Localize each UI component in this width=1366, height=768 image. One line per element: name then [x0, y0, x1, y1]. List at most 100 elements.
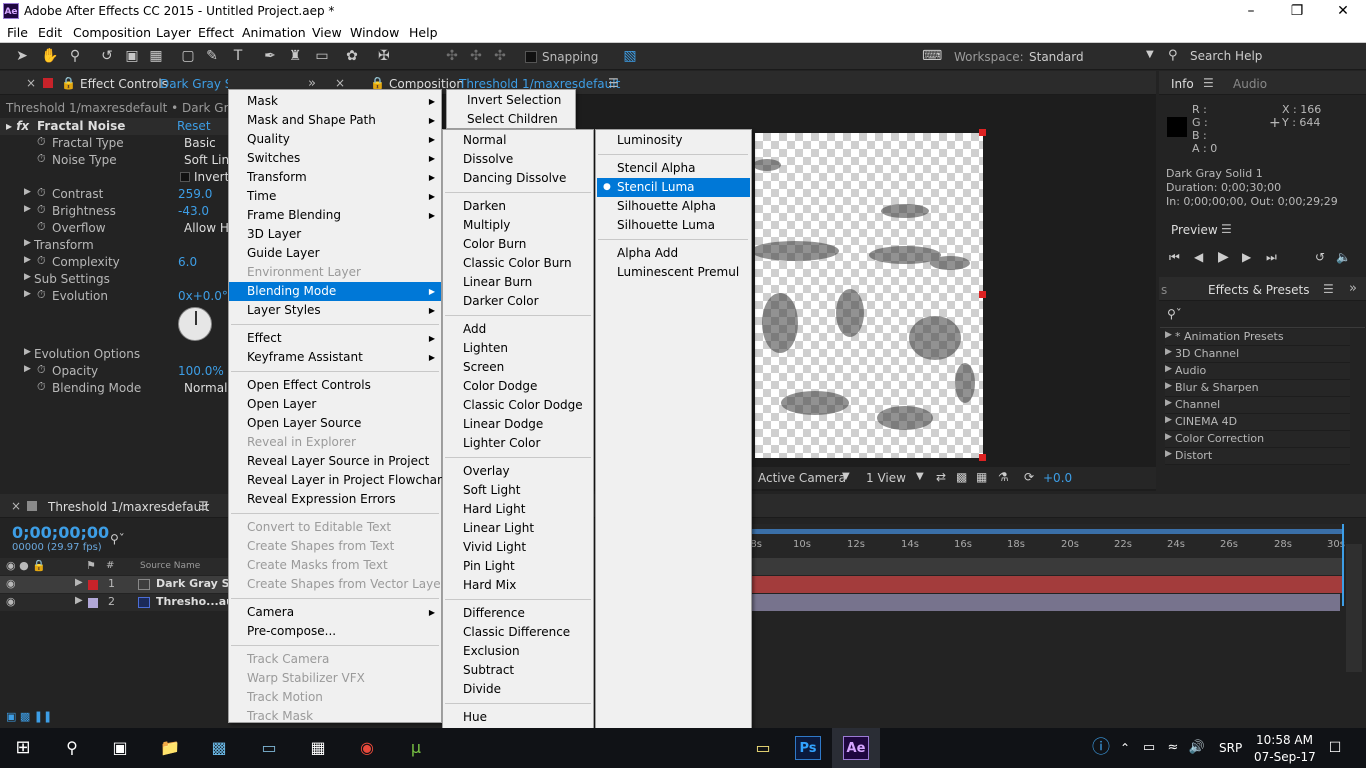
menu-item[interactable]: Frame Blending ▶ [229, 206, 441, 225]
menu-item[interactable]: Stencil Alpha [597, 159, 750, 178]
effect-header-row[interactable]: ▸ fx Fractal Noise Reset [0, 118, 228, 135]
menu-item[interactable]: Reveal Layer Source in Project [229, 452, 441, 471]
layer-name[interactable]: Dark Gray So [156, 577, 237, 590]
layer-bar-1[interactable] [752, 576, 1344, 593]
volume-icon[interactable]: 🔊 [1184, 736, 1210, 760]
menu-item[interactable]: Hard Mix [443, 576, 593, 595]
last-frame-icon[interactable]: ⏭ [1266, 250, 1277, 265]
exposure-value[interactable]: +0.0 [1043, 471, 1072, 485]
file-explorer-icon[interactable]: 📁 [157, 736, 183, 760]
effects-category[interactable]: ▶ 3D Channel [1165, 346, 1350, 363]
snapping-checkbox[interactable] [525, 51, 537, 63]
menu-item[interactable]: Exclusion [443, 642, 593, 661]
menu-item[interactable]: Invert Selection [447, 91, 575, 110]
menu-item[interactable]: Alpha Add [597, 244, 750, 263]
property-row[interactable]: ▶ ⏱ Complexity 6.0 [0, 254, 228, 271]
snap-icon[interactable]: ▧ [620, 47, 640, 65]
menu-item[interactable]: Classic Color Burn [443, 254, 593, 273]
close-tab-icon[interactable]: × [11, 499, 21, 513]
expand-icon[interactable]: ▶ [1165, 347, 1172, 357]
menu-item[interactable]: Keyframe Assistant ▶ [229, 348, 441, 367]
expand-icon[interactable]: ▶ [75, 577, 83, 588]
tab-menu-icon[interactable]: ☰ [608, 76, 619, 90]
expand-icon[interactable]: ▶ [1165, 415, 1172, 425]
workspace-dropdown-icon[interactable]: ▼ [1146, 49, 1154, 60]
menu-item[interactable]: Lighter Color [443, 434, 593, 453]
property-value[interactable]: Allow HI [184, 221, 232, 235]
layer-bar-2[interactable] [752, 594, 1340, 611]
handle-icon[interactable] [979, 454, 986, 461]
scrollbar[interactable] [1346, 544, 1362, 672]
twirl-icon[interactable]: ▶ [24, 272, 31, 282]
evolution-dial[interactable] [178, 307, 212, 341]
menu-item[interactable]: Vivid Light [443, 538, 593, 557]
property-value[interactable]: Normal [184, 381, 227, 395]
battery-icon[interactable]: ▭ [1136, 736, 1162, 760]
search-icon[interactable]: ⚲ [59, 736, 85, 760]
tab-menu-icon[interactable]: ☰ [1221, 222, 1232, 236]
menu-item[interactable]: Normal [443, 131, 593, 150]
roto-brush-tool-icon[interactable]: ✿ [342, 47, 362, 65]
loop-icon[interactable]: ↺ [1315, 250, 1325, 264]
work-area-bar[interactable] [752, 529, 1344, 534]
camera-tool-icon[interactable]: ▣ [122, 47, 142, 65]
search-icon[interactable]: ⚲ˇ [110, 532, 125, 546]
timeline-footer-icons[interactable]: ▣ ▩ ❚❚ [6, 710, 52, 723]
property-row[interactable]: ⏱ Overflow Allow HI [0, 220, 232, 237]
menu-effect[interactable]: Effect [198, 25, 234, 40]
clock-date[interactable]: 07-Sep-17 [1254, 750, 1316, 764]
stopwatch-icon[interactable]: ⏱ [37, 203, 46, 217]
menu-item[interactable]: Reveal Expression Errors [229, 490, 441, 509]
menu-item[interactable]: Linear Light [443, 519, 593, 538]
puppet-tool-icon[interactable]: ✠ [374, 47, 394, 65]
axis-local-icon[interactable]: ✣ [442, 47, 462, 65]
menu-item[interactable]: Darken [443, 197, 593, 216]
menu-item[interactable]: Reveal Layer in Project Flowchart [229, 471, 447, 490]
handle-icon[interactable] [979, 129, 986, 136]
notes-icon[interactable]: ▭ [256, 736, 282, 760]
axis-world-icon[interactable]: ✣ [466, 47, 486, 65]
menu-item[interactable]: Difference [443, 604, 593, 623]
search-help-input[interactable]: Search Help [1190, 49, 1262, 63]
pan-behind-tool-icon[interactable]: ▦ [146, 47, 166, 65]
effects-category[interactable]: ▶ Distort [1165, 448, 1350, 465]
zoom-tool-icon[interactable]: ⚲ [65, 47, 85, 65]
expand-icon[interactable]: ▶ [1165, 449, 1172, 459]
menu-view[interactable]: View [312, 25, 342, 40]
stopwatch-icon[interactable]: ⏱ [37, 135, 46, 149]
menu-item[interactable]: Select Children [447, 110, 575, 129]
expand-icon[interactable]: ▶ [1165, 381, 1172, 391]
first-frame-icon[interactable]: ⏮ [1169, 250, 1180, 265]
property-value[interactable]: Basic [184, 136, 216, 150]
selection-tool-icon[interactable]: ➤ [12, 47, 32, 65]
stopwatch-icon[interactable]: ⏱ [37, 186, 46, 200]
twirl-icon[interactable]: ▶ [24, 289, 31, 299]
menu-item[interactable]: Subtract [443, 661, 593, 680]
stopwatch-icon[interactable]: ⏱ [37, 380, 46, 394]
menu-item[interactable]: Hard Light [443, 500, 593, 519]
rectangle-tool-icon[interactable]: ▢ [178, 47, 198, 65]
menu-animation[interactable]: Animation [242, 25, 306, 40]
menu-item[interactable]: Silhouette Alpha [597, 197, 750, 216]
tab-menu-icon[interactable]: ☰ [1203, 76, 1214, 90]
menu-item[interactable]: Switches ▶ [229, 149, 441, 168]
control-panel-icon[interactable]: ▩ [206, 736, 232, 760]
twirl-icon[interactable]: ▶ [24, 238, 31, 248]
property-row[interactable]: Invert [0, 169, 229, 186]
effects-presets-tab[interactable]: Effects & Presets [1208, 283, 1309, 297]
property-row[interactable]: ▶ Transform [0, 237, 228, 254]
search-icon[interactable]: ⚲ˇ [1167, 307, 1182, 321]
menu-item[interactable]: Blending Mode ▶ [229, 282, 441, 301]
property-value[interactable]: 100.0% [178, 364, 224, 378]
property-row[interactable]: ⏱ Blending Mode Normal [0, 380, 228, 397]
property-row[interactable]: ▶ ⏱ Opacity 100.0% [0, 363, 228, 380]
av-icons[interactable]: ◉ ● 🔒 [6, 559, 46, 572]
lock-icon[interactable]: 🔒 [370, 76, 385, 90]
camera-select[interactable]: Active Camera [758, 471, 846, 485]
composition-viewer[interactable] [755, 129, 986, 461]
visibility-icon[interactable]: ◉ [6, 595, 16, 608]
audio-icon[interactable]: 🔈 [1336, 250, 1351, 264]
twirl-icon[interactable]: ▶ [24, 187, 31, 197]
clock-time[interactable]: 10:58 AM [1256, 733, 1313, 747]
label-icon[interactable]: ⚑ [86, 559, 96, 572]
